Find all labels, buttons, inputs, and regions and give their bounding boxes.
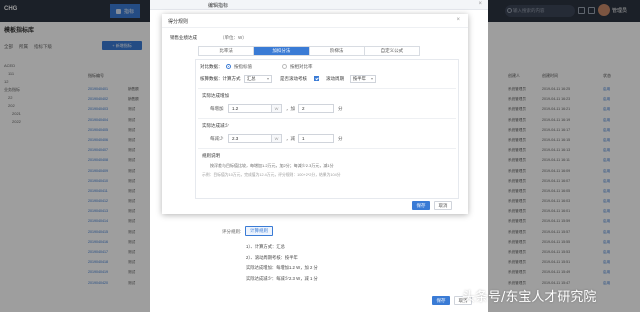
rule-text: 按浮差与目标值比较，每增加1.2万元，加2分；每减少2.3万元，减1分 [210, 163, 334, 168]
radio-by-ratio[interactable] [282, 64, 287, 69]
tab-add-deduct[interactable]: 加扣分法 [254, 47, 310, 55]
rolling-label: 是否滚动考核 [280, 76, 307, 81]
summary-line: 1）、计算方式：汇总 [246, 244, 285, 249]
method-tabs: 比率法 加扣分法 阶梯法 自定义公式 [198, 46, 420, 56]
increase-plus-label: ，加 [286, 106, 295, 111]
divider [198, 88, 456, 89]
dialog-title: 编辑指标 [208, 3, 229, 9]
watermark-text: 头条号/东宝人才研究院 [462, 290, 597, 305]
increase-fen-label: 分 [338, 106, 343, 111]
tab-step[interactable]: 阶梯法 [310, 47, 365, 55]
decrease-unit: W [272, 134, 282, 143]
period-value: 按半年 [353, 76, 366, 81]
save-button[interactable]: 保存 [432, 296, 450, 305]
period-select[interactable]: 按半年 ▾ [350, 75, 376, 83]
rolling-checkbox[interactable] [314, 76, 319, 81]
rule-title: 规则说明 [202, 153, 220, 158]
calc-method-select[interactable]: 汇总 ▾ [244, 75, 272, 83]
calc-label: 核算数据：计算方式 [200, 76, 241, 81]
radio-by-ratio-label[interactable]: 按相对比率 [290, 64, 313, 70]
increase-title: 实际达成增加 [202, 93, 229, 98]
rule-example: 示例：目标值为10万元，完成值为12.4万元，评分规则：100+2*2分，结果为… [202, 173, 341, 177]
summary-label: 评分规则: [222, 229, 242, 234]
chevron-down-icon: ▾ [370, 76, 373, 81]
summary-line: 实际达成增加：每增加1.2 W，加 2 分 [246, 265, 318, 270]
unit-label: （单位：W） [220, 35, 247, 40]
close-icon[interactable]: × [478, 1, 482, 7]
save-button[interactable]: 保存 [412, 201, 430, 210]
decrease-title: 实际达成减少 [202, 123, 229, 128]
calc-method-value: 汇总 [247, 76, 256, 81]
decrease-fen-label: 分 [338, 136, 343, 141]
increase-unit: W [272, 104, 282, 113]
chevron-down-icon: ▾ [266, 76, 269, 81]
radio-by-value[interactable] [226, 64, 231, 69]
close-icon[interactable]: × [456, 17, 460, 23]
cancel-button[interactable]: 取消 [434, 201, 452, 210]
increase-amount-input[interactable]: 1.2 [228, 104, 272, 113]
calc-rule-button[interactable]: 计算规则 [245, 226, 273, 236]
rule-panel: 对比数据： 按指标值 按相对比率 核算数据：计算方式 汇总 ▾ 是否滚动考核 滚… [195, 59, 459, 199]
summary-line: 实际达成减少：每减少2.3 W，减 1 分 [246, 275, 318, 281]
score-rule-dialog: 得分规则 × 销售业绩达成 （单位：W） 比率法 加扣分法 阶梯法 自定义公式 … [162, 14, 468, 214]
decrease-score-input[interactable]: 1 [298, 134, 334, 143]
radio-by-value-label[interactable]: 按指标值 [234, 64, 252, 70]
rule-summary: 1）、计算方式：汇总 2）、滚动周期考核：按半年 实际达成增加：每增加1.2 W… [246, 242, 318, 284]
period-label: 滚动周期 [326, 76, 344, 81]
decrease-each-label: 每减少 [210, 136, 224, 141]
tab-ratio[interactable]: 比率法 [199, 47, 255, 55]
decrease-amount-input[interactable]: 2.3 [228, 134, 272, 143]
divider [198, 148, 456, 149]
tab-custom-formula[interactable]: 自定义公式 [365, 47, 419, 55]
indicator-name: 销售业绩达成 [170, 35, 197, 40]
divider [198, 118, 456, 119]
dialog-title: 得分规则 [168, 19, 189, 25]
increase-each-label: 每增加 [210, 106, 224, 111]
decrease-minus-label: ，减 [286, 136, 295, 141]
increase-score-input[interactable]: 2 [298, 104, 334, 113]
dialog-titlebar: 编辑指标 × [150, 0, 488, 10]
summary-line: 2）、滚动周期考核：按半年 [246, 254, 298, 260]
dialog-titlebar: 得分规则 × [162, 14, 468, 28]
compare-label: 对比数据： [200, 64, 223, 69]
